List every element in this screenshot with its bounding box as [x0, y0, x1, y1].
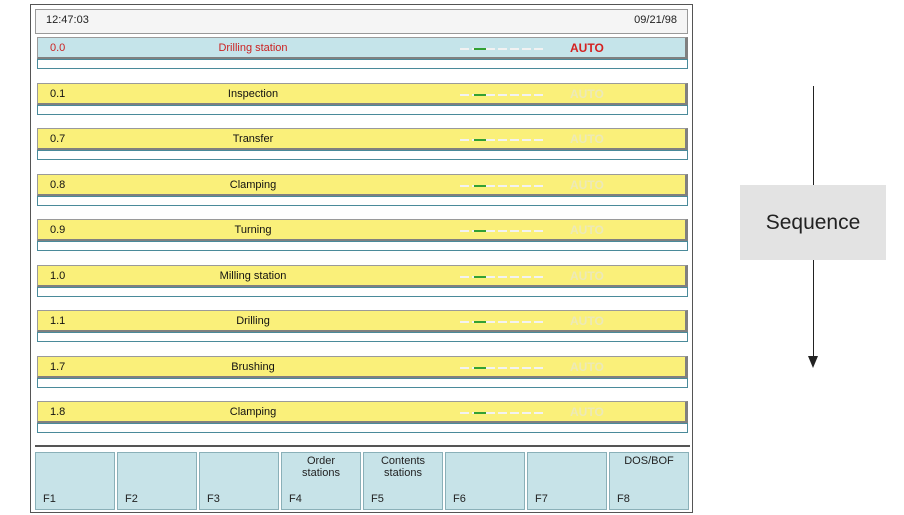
station-number: 0.7: [50, 133, 66, 145]
mode-label: AUTO: [570, 405, 604, 419]
mode-label: AUTO: [570, 268, 604, 283]
station-name: Transfer: [232, 133, 274, 145]
station-name: Milling station: [219, 269, 287, 282]
station-bar[interactable]: 0.8 Clamping AUTO: [37, 173, 688, 196]
status-light: [474, 366, 486, 369]
status-light: [474, 139, 486, 141]
function-key-f8[interactable]: DOS/BOF F8: [609, 452, 689, 510]
status-light: [474, 184, 486, 187]
station-row[interactable]: 0.0 Drilling station AUTO: [37, 37, 688, 70]
station-row[interactable]: 0.7 Transfer AUTO: [37, 128, 688, 161]
station-name: Clamping: [229, 406, 277, 418]
station-row[interactable]: 1.7 Brushing AUTO: [37, 355, 688, 389]
station-number: 1.0: [50, 269, 66, 282]
status-light: [474, 412, 486, 414]
function-key-f5[interactable]: Contents stations F5: [363, 452, 443, 510]
clock-date: 09/21/98: [634, 14, 677, 26]
status-indicator: [460, 275, 550, 278]
hmi-screen: 12:47:03 09/21/98 0.0 Drilling station AUT…: [30, 4, 693, 513]
function-key-f2[interactable]: F2: [117, 452, 197, 510]
station-message-field: [37, 286, 688, 297]
function-key-f6[interactable]: F6: [445, 452, 525, 510]
station-number: 0.1: [50, 87, 66, 100]
function-key-f3[interactable]: F3: [199, 452, 279, 510]
station-bar[interactable]: 1.1 Drilling AUTO: [37, 310, 688, 332]
arrow-down-icon: [808, 356, 818, 368]
station-row[interactable]: 0.8 Clamping AUTO: [37, 173, 688, 207]
station-message-field: [37, 150, 688, 160]
sequence-label: Sequence: [740, 185, 886, 260]
mode-label: AUTO: [570, 41, 604, 55]
station-number: 1.7: [50, 360, 66, 373]
station-number: 1.8: [50, 406, 66, 418]
station-message-field: [37, 332, 688, 342]
station-number: 1.1: [50, 315, 66, 327]
status-bar: 12:47:03 09/21/98: [35, 9, 688, 34]
status-indicator: [460, 184, 550, 187]
mode-label: AUTO: [570, 314, 604, 328]
function-key-bar: F1 F2 F3 Order stations F4 Contents stations F…: [35, 445, 690, 511]
station-message-field: [37, 241, 688, 251]
clock-time: 12:47:03: [46, 14, 89, 26]
station-name: Turning: [234, 224, 272, 236]
function-key-label: F5: [371, 493, 384, 505]
station-bar[interactable]: 1.8 Clamping AUTO: [37, 401, 688, 423]
mode-label: AUTO: [570, 223, 604, 237]
station-name: Brushing: [231, 360, 275, 373]
function-key-label: F6: [453, 493, 466, 505]
status-light: [474, 321, 486, 323]
mode-label: AUTO: [570, 177, 604, 192]
status-light: [474, 230, 486, 232]
station-number: 0.8: [50, 178, 66, 191]
mode-label: AUTO: [570, 359, 604, 374]
station-message-field: [37, 423, 688, 433]
function-key-label: F2: [125, 493, 138, 505]
station-message-field: [37, 59, 688, 69]
status-indicator: [460, 230, 550, 232]
station-bar[interactable]: 0.0 Drilling station AUTO: [37, 37, 688, 59]
function-key-caption: Order stations: [302, 455, 340, 479]
function-key-label: F1: [43, 493, 56, 505]
station-bar[interactable]: 0.9 Turning AUTO: [37, 219, 688, 241]
function-key-f4[interactable]: Order stations F4: [281, 452, 361, 510]
station-number: 0.0: [50, 42, 66, 54]
station-name: Clamping: [229, 178, 277, 191]
status-indicator: [460, 366, 550, 369]
station-bar[interactable]: 0.7 Transfer AUTO: [37, 128, 688, 150]
function-key-label: F4: [289, 493, 302, 505]
status-light: [474, 275, 486, 278]
function-key-caption: Contents stations: [380, 455, 426, 479]
station-name: Inspection: [227, 87, 279, 100]
station-row[interactable]: 0.1 Inspection AUTO: [37, 82, 688, 116]
status-light: [474, 48, 486, 50]
station-message-field: [37, 104, 688, 115]
function-key-caption: DOS/BOF: [624, 455, 674, 467]
mode-label: AUTO: [570, 86, 604, 101]
station-row[interactable]: 1.0 Milling station AUTO: [37, 264, 688, 298]
station-row[interactable]: 1.1 Drilling AUTO: [37, 310, 688, 343]
function-key-label: F7: [535, 493, 548, 505]
station-bar[interactable]: 1.7 Brushing AUTO: [37, 355, 688, 378]
function-key-label: F8: [617, 493, 630, 505]
station-name: Drilling: [236, 315, 270, 327]
status-indicator: [460, 48, 550, 50]
station-message-field: [37, 377, 688, 388]
function-key-label: F3: [207, 493, 220, 505]
function-key-f1[interactable]: F1: [35, 452, 115, 510]
function-key-f7[interactable]: F7: [527, 452, 607, 510]
station-row[interactable]: 1.8 Clamping AUTO: [37, 401, 688, 434]
status-indicator: [460, 93, 550, 96]
status-indicator: [460, 412, 550, 414]
status-light: [474, 93, 486, 96]
status-indicator: [460, 321, 550, 323]
station-number: 0.9: [50, 224, 66, 236]
status-indicator: [460, 139, 550, 141]
station-bar[interactable]: 1.0 Milling station AUTO: [37, 264, 688, 287]
station-name: Drilling station: [218, 42, 288, 54]
mode-label: AUTO: [570, 132, 604, 146]
station-bar[interactable]: 0.1 Inspection AUTO: [37, 82, 688, 105]
station-message-field: [37, 195, 688, 206]
station-row[interactable]: 0.9 Turning AUTO: [37, 219, 688, 252]
